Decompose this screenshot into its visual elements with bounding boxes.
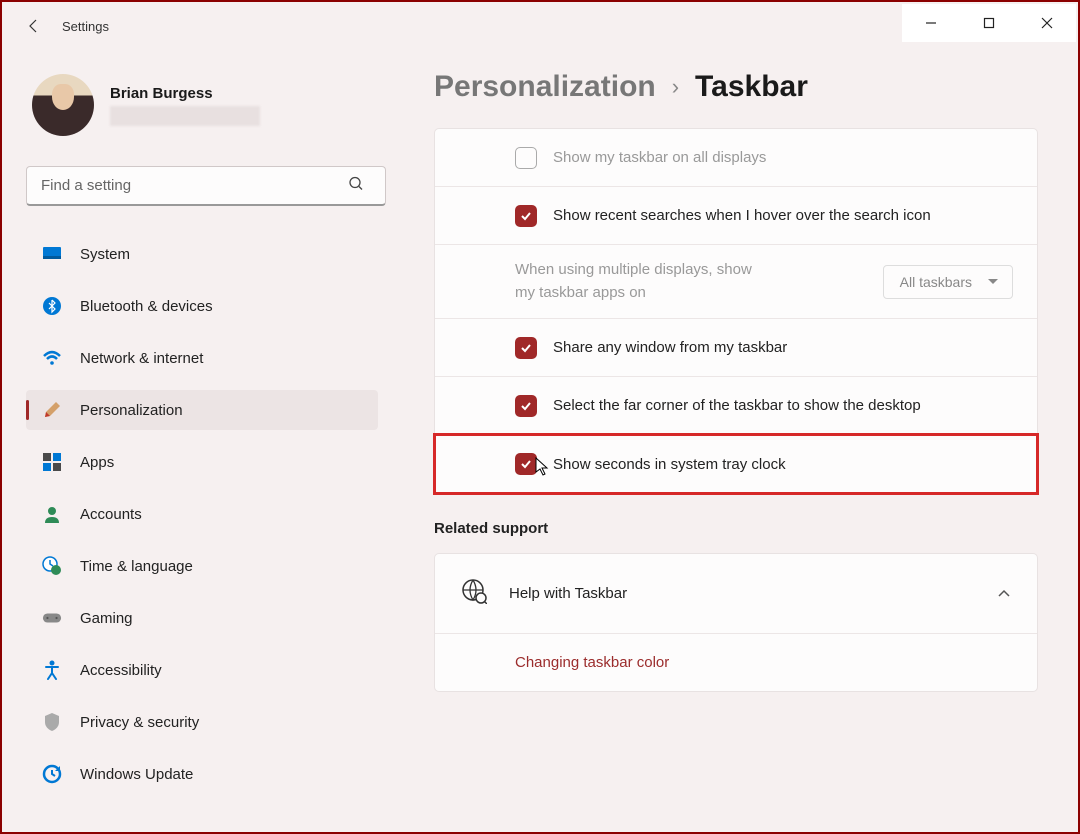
cursor-icon	[535, 457, 551, 477]
search-icon	[348, 176, 364, 197]
support-header-label: Help with Taskbar	[509, 585, 975, 602]
related-support-title: Related support	[434, 520, 1038, 537]
setting-label: Show recent searches when I hover over t…	[553, 207, 1019, 224]
sidebar-item-label: Network & internet	[80, 350, 203, 367]
support-link-taskbar-color[interactable]: Changing taskbar color	[435, 634, 1037, 691]
globe-help-icon	[461, 578, 487, 609]
sidebar-item-label: Personalization	[80, 402, 183, 419]
search-input[interactable]	[26, 166, 386, 206]
setting-show-seconds[interactable]: Show seconds in system tray clock	[435, 435, 1037, 493]
taskbar-apps-dropdown[interactable]: All taskbars	[883, 265, 1013, 299]
sidebar-item-privacy[interactable]: Privacy & security	[26, 702, 378, 742]
avatar	[32, 74, 94, 136]
sidebar-item-system[interactable]: System	[26, 234, 378, 274]
sidebar-item-personalization[interactable]: Personalization	[26, 390, 378, 430]
minimize-button[interactable]	[902, 4, 960, 42]
sidebar-item-apps[interactable]: Apps	[26, 442, 378, 482]
sidebar-item-windows-update[interactable]: Windows Update	[26, 754, 378, 794]
setting-show-all-displays[interactable]: Show my taskbar on all displays	[435, 129, 1037, 187]
update-icon	[42, 764, 62, 784]
checkbox-checked[interactable]	[515, 453, 537, 475]
sidebar-item-label: System	[80, 246, 130, 263]
checkbox-unchecked[interactable]	[515, 147, 537, 169]
checkbox-checked[interactable]	[515, 205, 537, 227]
bluetooth-icon	[42, 296, 62, 316]
sidebar-item-network[interactable]: Network & internet	[26, 338, 378, 378]
support-card: Help with Taskbar Changing taskbar color	[434, 553, 1038, 692]
profile-block[interactable]: Brian Burgess	[26, 74, 378, 136]
breadcrumb: Personalization › Taskbar	[434, 70, 1038, 104]
support-expand-header[interactable]: Help with Taskbar	[435, 554, 1037, 634]
setting-label: Show my taskbar on all displays	[553, 149, 1019, 166]
close-button[interactable]	[1018, 4, 1076, 42]
wifi-icon	[42, 348, 62, 368]
sidebar-item-label: Accessibility	[80, 662, 162, 679]
sidebar-item-label: Apps	[80, 454, 114, 471]
setting-recent-searches[interactable]: Show recent searches when I hover over t…	[435, 187, 1037, 245]
setting-label: Share any window from my taskbar	[553, 339, 1019, 356]
maximize-button[interactable]	[960, 4, 1018, 42]
person-icon	[42, 504, 62, 524]
taskbar-settings-card: Show my taskbar on all displays Show rec…	[434, 128, 1038, 494]
sidebar-item-bluetooth[interactable]: Bluetooth & devices	[26, 286, 378, 326]
app-title: Settings	[62, 19, 109, 34]
system-icon	[42, 244, 62, 264]
setting-far-corner[interactable]: Select the far corner of the taskbar to …	[435, 377, 1037, 435]
checkbox-checked[interactable]	[515, 337, 537, 359]
sidebar-item-label: Windows Update	[80, 766, 193, 783]
clock-globe-icon	[42, 556, 62, 576]
gamepad-icon	[42, 608, 62, 628]
accessibility-icon	[42, 660, 62, 680]
sidebar-item-label: Bluetooth & devices	[80, 298, 213, 315]
shield-icon	[42, 712, 62, 732]
chevron-right-icon: ›	[672, 74, 679, 100]
sidebar-item-accessibility[interactable]: Accessibility	[26, 650, 378, 690]
sidebar-item-label: Gaming	[80, 610, 133, 627]
back-button[interactable]	[18, 10, 50, 42]
setting-label: Select the far corner of the taskbar to …	[553, 397, 1019, 414]
setting-description: When using multiple displays, show my ta…	[515, 259, 775, 304]
profile-name: Brian Burgess	[110, 85, 260, 102]
sidebar-item-label: Accounts	[80, 506, 142, 523]
paintbrush-icon	[42, 400, 62, 420]
sidebar-item-time-language[interactable]: Time & language	[26, 546, 378, 586]
sidebar-item-label: Time & language	[80, 558, 193, 575]
checkbox-checked[interactable]	[515, 395, 537, 417]
setting-share-window[interactable]: Share any window from my taskbar	[435, 319, 1037, 377]
chevron-up-icon	[997, 585, 1011, 603]
sidebar-item-accounts[interactable]: Accounts	[26, 494, 378, 534]
profile-email-redacted	[110, 106, 260, 126]
setting-label: Show seconds in system tray clock	[553, 456, 1019, 473]
sidebar-item-gaming[interactable]: Gaming	[26, 598, 378, 638]
breadcrumb-parent[interactable]: Personalization	[434, 70, 656, 104]
breadcrumb-current: Taskbar	[695, 70, 808, 104]
sidebar-item-label: Privacy & security	[80, 714, 199, 731]
setting-multi-display: When using multiple displays, show my ta…	[435, 245, 1037, 319]
apps-icon	[42, 452, 62, 472]
